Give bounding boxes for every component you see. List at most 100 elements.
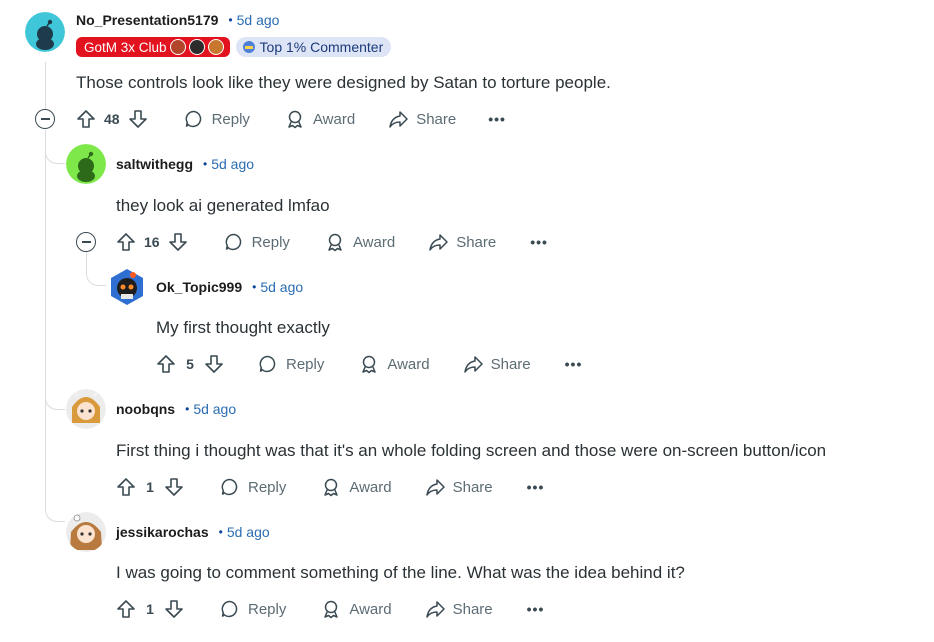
downvote-icon[interactable] — [128, 109, 148, 129]
vote-count: 48 — [104, 111, 120, 127]
collapse-icon[interactable] — [35, 109, 55, 129]
award-label: Award — [349, 600, 392, 618]
action-bar: 48 Reply Award Share ••• — [76, 107, 506, 131]
avatar[interactable] — [107, 267, 147, 307]
vote-group: 48 — [76, 109, 148, 129]
award-button[interactable]: Award — [359, 354, 430, 374]
author-name[interactable]: No_Presentation5179 — [76, 12, 218, 28]
avatar[interactable] — [66, 512, 106, 552]
reply-button[interactable]: Reply — [184, 109, 250, 129]
timestamp[interactable]: 5d ago — [260, 279, 303, 295]
more-options-button[interactable]: ••• — [527, 479, 545, 495]
share-button[interactable]: Share — [425, 599, 493, 619]
author-name[interactable]: jessikarochas — [116, 524, 209, 540]
author-name[interactable]: Ok_Topic999 — [156, 279, 242, 295]
vote-count: 16 — [144, 234, 160, 250]
vote-count: 1 — [146, 601, 154, 617]
comment-meta: noobqns • 5d ago — [116, 399, 236, 419]
reply-label: Reply — [248, 600, 287, 618]
thread-curve — [86, 262, 106, 286]
share-button[interactable]: Share — [463, 354, 531, 374]
flair-emoji-icon — [207, 39, 224, 55]
comment-body: I was going to comment something of the … — [116, 563, 685, 582]
award-label: Award — [312, 110, 356, 128]
more-options-button[interactable]: ••• — [527, 601, 545, 617]
separator-dot: • — [252, 280, 257, 294]
share-button[interactable]: Share — [428, 232, 496, 252]
vote-count: 5 — [186, 356, 194, 372]
avatar[interactable] — [25, 12, 65, 52]
timestamp[interactable]: 5d ago — [193, 401, 236, 417]
flair-row: GotM 3x Club Top 1% Commenter — [76, 37, 392, 57]
vote-group: 1 — [116, 477, 184, 497]
share-button[interactable]: Share — [425, 477, 493, 497]
thread-curve — [45, 140, 65, 164]
comment-icon — [221, 478, 238, 496]
vote-group: 16 — [116, 232, 188, 252]
share-icon — [463, 356, 483, 373]
downvote-icon[interactable] — [164, 477, 184, 497]
share-icon — [429, 234, 448, 251]
reply-button[interactable]: Reply — [220, 477, 286, 497]
reply-button[interactable]: Reply — [258, 354, 324, 374]
reply-button[interactable]: Reply — [220, 599, 286, 619]
award-label: Award — [349, 478, 392, 496]
avatar[interactable] — [66, 389, 106, 429]
reply-button[interactable]: Reply — [224, 232, 290, 252]
collapse-icon[interactable] — [76, 232, 96, 252]
share-icon — [425, 479, 445, 496]
author-name[interactable]: saltwithegg — [116, 156, 193, 172]
share-label: Share — [452, 478, 493, 496]
avatar[interactable] — [66, 144, 106, 184]
downvote-icon[interactable] — [164, 599, 184, 619]
vote-count: 1 — [146, 479, 154, 495]
reply-label: Reply — [211, 110, 250, 128]
share-label: Share — [452, 600, 493, 618]
vote-group: 1 — [116, 599, 184, 619]
award-button[interactable]: Award — [321, 599, 392, 619]
comment-icon — [185, 110, 201, 128]
award-icon — [362, 355, 377, 374]
reply-label: Reply — [251, 233, 290, 251]
share-label: Share — [416, 110, 457, 128]
comment-body: First thing i thought was that it's an w… — [116, 441, 827, 460]
award-label: Award — [387, 355, 430, 373]
timestamp[interactable]: 5d ago — [211, 156, 254, 172]
more-options-button[interactable]: ••• — [530, 234, 548, 250]
thread-line-root[interactable] — [45, 62, 46, 110]
reply-label: Reply — [286, 355, 325, 373]
comment-body: My first thought exactly — [156, 318, 330, 337]
share-button[interactable]: Share — [388, 109, 456, 129]
comment-meta: Ok_Topic999 • 5d ago — [156, 277, 303, 297]
action-bar: 5 Reply Award Share ••• — [156, 352, 582, 376]
user-flair-club: GotM 3x Club — [76, 37, 230, 57]
comment-meta: jessikarochas • 5d ago — [116, 522, 270, 542]
award-button[interactable]: Award — [321, 477, 392, 497]
upvote-icon[interactable] — [116, 477, 136, 497]
award-button[interactable]: Award — [285, 109, 355, 129]
award-button[interactable]: Award — [325, 232, 395, 252]
flair-label: GotM 3x Club — [84, 39, 167, 55]
commenter-badge: Top 1% Commenter — [235, 37, 392, 57]
timestamp[interactable]: 5d ago — [227, 524, 270, 540]
share-icon — [425, 601, 445, 618]
badge-icon — [242, 41, 255, 53]
flair-emoji-icon — [169, 39, 186, 55]
more-options-button[interactable]: ••• — [488, 111, 506, 127]
comment-icon — [225, 233, 241, 251]
upvote-icon[interactable] — [76, 109, 96, 129]
vote-group: 5 — [156, 354, 224, 374]
more-options-button[interactable]: ••• — [565, 356, 583, 372]
upvote-icon[interactable] — [156, 354, 176, 374]
timestamp[interactable]: 5d ago — [237, 12, 280, 28]
downvote-icon[interactable] — [204, 354, 224, 374]
upvote-icon[interactable] — [116, 599, 136, 619]
downvote-icon[interactable] — [168, 232, 188, 252]
separator-dot: • — [228, 13, 233, 27]
author-name[interactable]: noobqns — [116, 401, 175, 417]
thread-line-root-lower[interactable] — [45, 130, 46, 398]
share-label: Share — [456, 233, 497, 251]
badge-label: Top 1% Commenter — [259, 39, 384, 55]
comment-body: Those controls look like they were desig… — [76, 73, 611, 92]
upvote-icon[interactable] — [116, 232, 136, 252]
